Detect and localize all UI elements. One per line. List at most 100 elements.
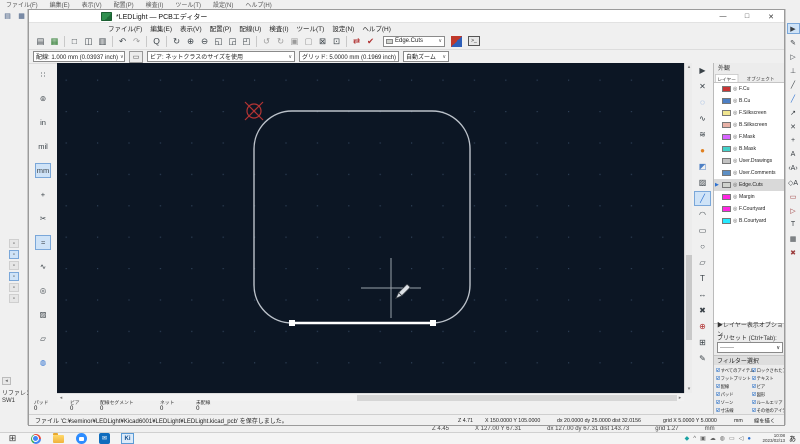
zoom-out-icon[interactable]: ⊖: [198, 35, 211, 48]
menu-item[interactable]: 設定(N): [328, 23, 358, 33]
crosshair-cursor-icon[interactable]: +: [35, 187, 51, 202]
checkbox-checked-icon[interactable]: ☑: [752, 375, 756, 380]
delete-tool-icon[interactable]: ✖: [787, 247, 800, 258]
layer-fmask[interactable]: ▶ ◎ F.Mask: [714, 131, 785, 143]
plot-icon[interactable]: ▥: [96, 35, 109, 48]
filter-checkbox[interactable]: ☑ゾーン: [716, 399, 742, 405]
import-sheet-pin-icon[interactable]: ▷: [787, 205, 800, 216]
layer-color-swatch[interactable]: [722, 218, 731, 224]
bg-tool-icon[interactable]: ▫: [9, 283, 19, 292]
refresh-icon[interactable]: ↻: [170, 35, 183, 48]
separator[interactable]: [146, 36, 147, 47]
rotate-ccw-icon[interactable]: ↺: [260, 35, 273, 48]
layer-margin[interactable]: ▶ ◎ Margin: [714, 191, 785, 203]
local-ratsnest-icon[interactable]: ✕: [694, 79, 711, 94]
units-mm-icon[interactable]: mm: [35, 163, 51, 178]
bg-tool-icon[interactable]: ▫: [9, 239, 19, 248]
draw-polygon-icon[interactable]: ▱: [694, 255, 711, 270]
ungroup-icon[interactable]: ▢: [302, 35, 315, 48]
layer-edgecuts[interactable]: ▶ ◎ Edge.Cuts: [714, 179, 785, 191]
delete-tool-icon[interactable]: ✖: [694, 303, 711, 318]
visibility-eye-icon[interactable]: ◎: [733, 194, 737, 200]
grid-origin-icon[interactable]: ⊕: [694, 319, 711, 334]
interactive-drag-icon[interactable]: ◌: [694, 95, 711, 110]
scripting-console-icon[interactable]: >_: [468, 36, 480, 46]
route-diff-pair-icon[interactable]: ≋: [694, 127, 711, 142]
menu-item[interactable]: 配線(U): [235, 23, 265, 33]
layer-display-options-toggle[interactable]: ▶レイヤー表示オプション: [714, 323, 785, 333]
drill-origin-icon[interactable]: ⊞: [694, 335, 711, 350]
taskbar-file-explorer[interactable]: [52, 433, 65, 444]
high-contrast-icon[interactable]: ◍: [35, 355, 51, 370]
pcb-canvas[interactable]: [57, 63, 684, 393]
track-width-button[interactable]: ▭: [129, 51, 143, 63]
clipboard-icon[interactable]: ▣: [700, 435, 706, 442]
checkbox-checked-icon[interactable]: ☑: [752, 367, 756, 372]
taskbar-outlook[interactable]: ✉: [98, 433, 111, 444]
visibility-eye-icon[interactable]: ◎: [733, 218, 737, 224]
layer-color-swatch[interactable]: [722, 98, 731, 104]
separator[interactable]: [346, 36, 347, 47]
layer-color-swatch[interactable]: [722, 134, 731, 140]
print-icon[interactable]: ◫: [82, 35, 95, 48]
endpoint-handle[interactable]: [430, 320, 436, 326]
add-text-icon[interactable]: T: [694, 271, 711, 286]
layer-select[interactable]: Edge.Cuts ∨: [383, 36, 445, 47]
preset-select[interactable]: -------∨: [717, 342, 783, 353]
visibility-eye-icon[interactable]: ◎: [733, 158, 737, 164]
taskbar-clock[interactable]: 10:08 2023/02/13: [755, 434, 785, 444]
filter-checkbox[interactable]: ☑すべてのアイテム: [716, 367, 742, 373]
visibility-eye-icon[interactable]: ◎: [733, 146, 737, 152]
menu-item[interactable]: ツール(T): [293, 23, 329, 33]
track-width-select[interactable]: 配線: 1.000 mm (0.03937 inch)∨: [33, 51, 125, 62]
filter-checkbox[interactable]: ☑寸法線: [716, 407, 742, 413]
draw-arc-icon[interactable]: ◠: [694, 207, 711, 222]
measure-icon[interactable]: ✎: [694, 351, 711, 366]
checkbox-checked-icon[interactable]: ☑: [752, 407, 756, 412]
visibility-eye-icon[interactable]: ◎: [733, 134, 737, 140]
separator[interactable]: [256, 36, 257, 47]
layer-color-swatch[interactable]: [722, 170, 731, 176]
visibility-eye-icon[interactable]: ◎: [733, 170, 737, 176]
no-connect-icon[interactable]: ✕: [787, 121, 800, 132]
checkbox-checked-icon[interactable]: ☑: [716, 375, 720, 380]
bg-menu-item[interactable]: ツール(T): [169, 0, 207, 9]
visibility-eye-icon[interactable]: ◎: [733, 206, 737, 212]
bg-tool-icon[interactable]: ▫: [9, 261, 19, 270]
bg-tool-icon[interactable]: ▫: [9, 250, 19, 259]
select-arrow-icon[interactable]: ▶: [787, 23, 800, 34]
layer-color-swatch[interactable]: [722, 194, 731, 200]
checkbox-checked-icon[interactable]: ☑: [716, 367, 720, 372]
taskbar-zoom-app[interactable]: [75, 433, 88, 444]
draw-rectangle-icon[interactable]: ▭: [694, 223, 711, 238]
layer-color-swatch[interactable]: [722, 86, 731, 92]
bg-menu-item[interactable]: ヘルプ(H): [239, 0, 277, 9]
filter-checkbox[interactable]: ☑ビア: [752, 383, 778, 389]
zoom-selection-icon[interactable]: ◲: [226, 35, 239, 48]
save-icon[interactable]: ▤: [2, 11, 13, 21]
filter-checkbox[interactable]: ☑フットプリント: [716, 375, 742, 381]
layer-color-swatch[interactable]: [722, 146, 731, 152]
checkbox-checked-icon[interactable]: ☑: [752, 399, 756, 404]
filter-checkbox[interactable]: ☑ロックされたアイテム: [752, 367, 778, 373]
hierarchical-label-icon[interactable]: ◇A: [787, 177, 800, 188]
layer-color-swatch[interactable]: [722, 158, 731, 164]
menu-item[interactable]: 編集(E): [146, 23, 176, 33]
filter-checkbox[interactable]: ☑その他のアイテム: [752, 407, 778, 413]
undo-icon[interactable]: ↶: [116, 35, 129, 48]
close-button[interactable]: ✕: [766, 13, 776, 21]
group-icon[interactable]: ▣: [288, 35, 301, 48]
zoom-in-icon[interactable]: ⊕: [184, 35, 197, 48]
update-pcb-from-schematic-icon[interactable]: ⇄: [350, 35, 363, 48]
grid-select[interactable]: グリッド: 5.0000 mm (0.1969 inch)∨: [299, 51, 399, 62]
filter-checkbox[interactable]: ☑テキスト: [752, 375, 778, 381]
sketch-tracks-icon[interactable]: ∿: [35, 259, 51, 274]
bg-menu-item[interactable]: 検査(I): [140, 0, 170, 9]
bg-menu-item[interactable]: 配置(P): [108, 0, 140, 9]
place-sheet-icon[interactable]: ▭: [787, 191, 800, 202]
add-footprint-icon[interactable]: ◩: [694, 159, 711, 174]
layer-bsilkscreen[interactable]: ▶ ◎ B.Silkscreen: [714, 119, 785, 131]
checkbox-checked-icon[interactable]: ☑: [716, 383, 720, 388]
separator[interactable]: [112, 36, 113, 47]
redo-icon[interactable]: ↷: [130, 35, 143, 48]
